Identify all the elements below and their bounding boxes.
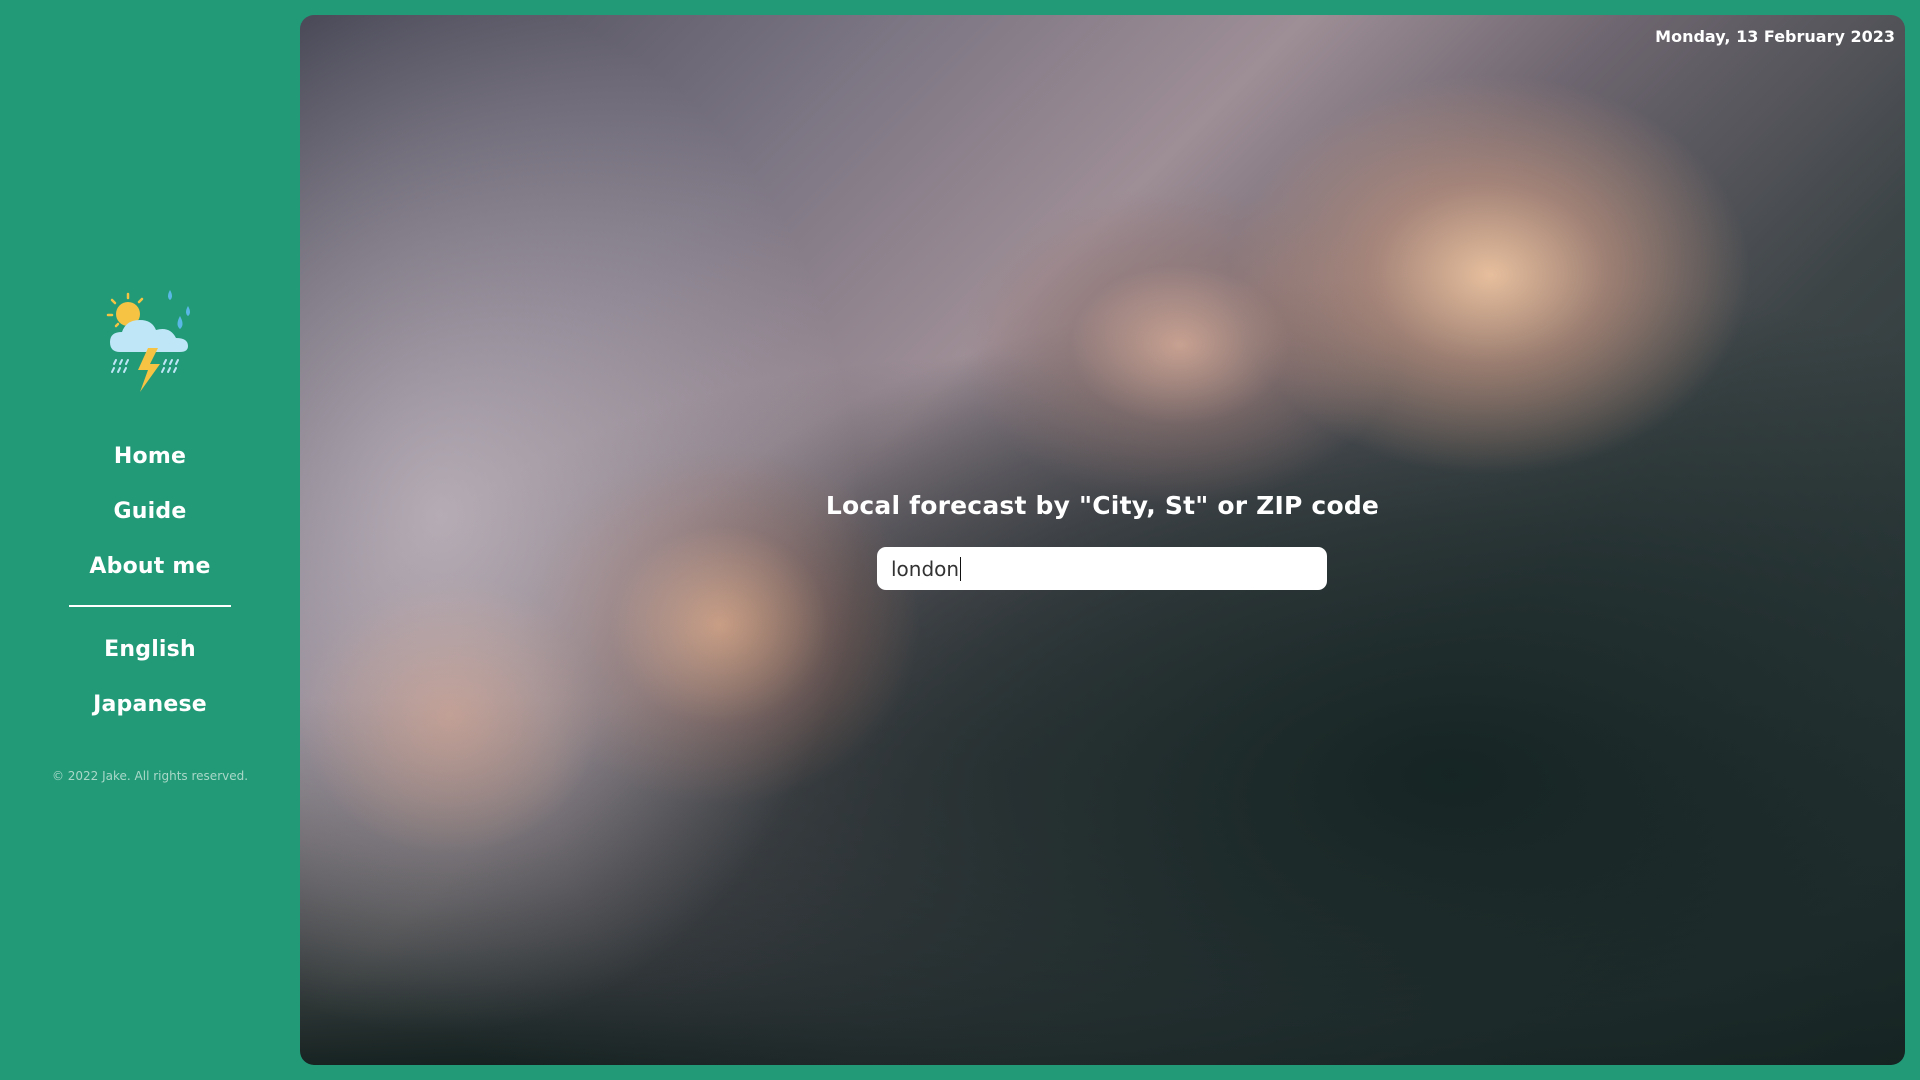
nav-divider xyxy=(69,605,231,607)
nav-item-about-me[interactable]: About me xyxy=(89,548,210,603)
text-caret xyxy=(960,556,962,581)
copyright-text: © 2022 Jake. All rights reserved. xyxy=(51,769,249,783)
location-search-input[interactable]: london xyxy=(877,547,1327,590)
weather-thunderstorm-icon xyxy=(106,290,190,392)
search-prompt: Local forecast by "City, St" or ZIP code xyxy=(825,491,1380,520)
language-english[interactable]: English xyxy=(104,631,196,686)
main-panel: Monday, 13 February 2023 Local forecast … xyxy=(300,15,1905,1065)
language-japanese[interactable]: Japanese xyxy=(93,686,207,741)
main-nav: Home Guide About me English Japanese xyxy=(0,438,300,741)
search-input-value: london xyxy=(891,556,960,581)
app-root: Home Guide About me English Japanese © 2… xyxy=(0,0,1920,1080)
nav-item-home[interactable]: Home xyxy=(114,438,186,493)
nav-item-guide[interactable]: Guide xyxy=(114,493,187,548)
sidebar: Home Guide About me English Japanese © 2… xyxy=(0,0,300,1080)
current-date: Monday, 13 February 2023 xyxy=(1655,27,1895,46)
cloud-background xyxy=(300,15,1905,1065)
